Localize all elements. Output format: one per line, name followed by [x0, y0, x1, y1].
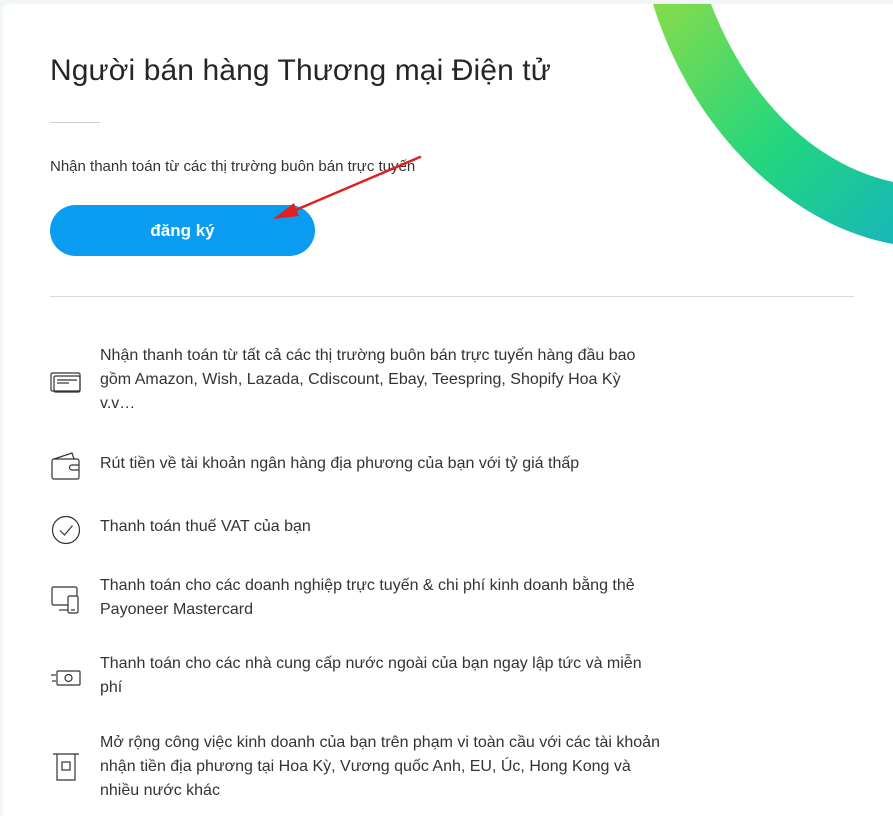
feature-text: Thanh toán cho các doanh nghiệp trực tuy…: [100, 577, 635, 618]
signup-button[interactable]: đăng ký: [50, 205, 315, 256]
seller-card: Người bán hàng Thương mại Điện tử Nhận t…: [3, 4, 893, 816]
check-circle-icon: [50, 514, 82, 546]
feature-text: Thanh toán cho các nhà cung cấp nước ngo…: [100, 655, 642, 696]
devices-icon: [50, 584, 82, 616]
page-title: Người bán hàng Thương mại Điện tử: [50, 54, 551, 87]
card-stack-icon: [50, 368, 82, 400]
section-divider: [50, 296, 854, 297]
wallet-icon: [50, 450, 82, 482]
title-divider: [50, 122, 100, 123]
page-subtitle: Nhận thanh toán từ các thị trường buôn b…: [50, 158, 416, 175]
feature-text: Thanh toán thuế VAT của bạn: [100, 518, 311, 535]
feature-text: Mở rộng công việc kinh doanh của bạn trê…: [100, 734, 660, 799]
fast-cash-icon: [50, 662, 82, 694]
feature-text: Rút tiền về tài khoản ngân hàng địa phươ…: [100, 455, 580, 472]
bank-receipt-icon: [50, 751, 82, 783]
feature-text: Nhận thanh toán từ tất cả các thị trường…: [100, 347, 636, 412]
